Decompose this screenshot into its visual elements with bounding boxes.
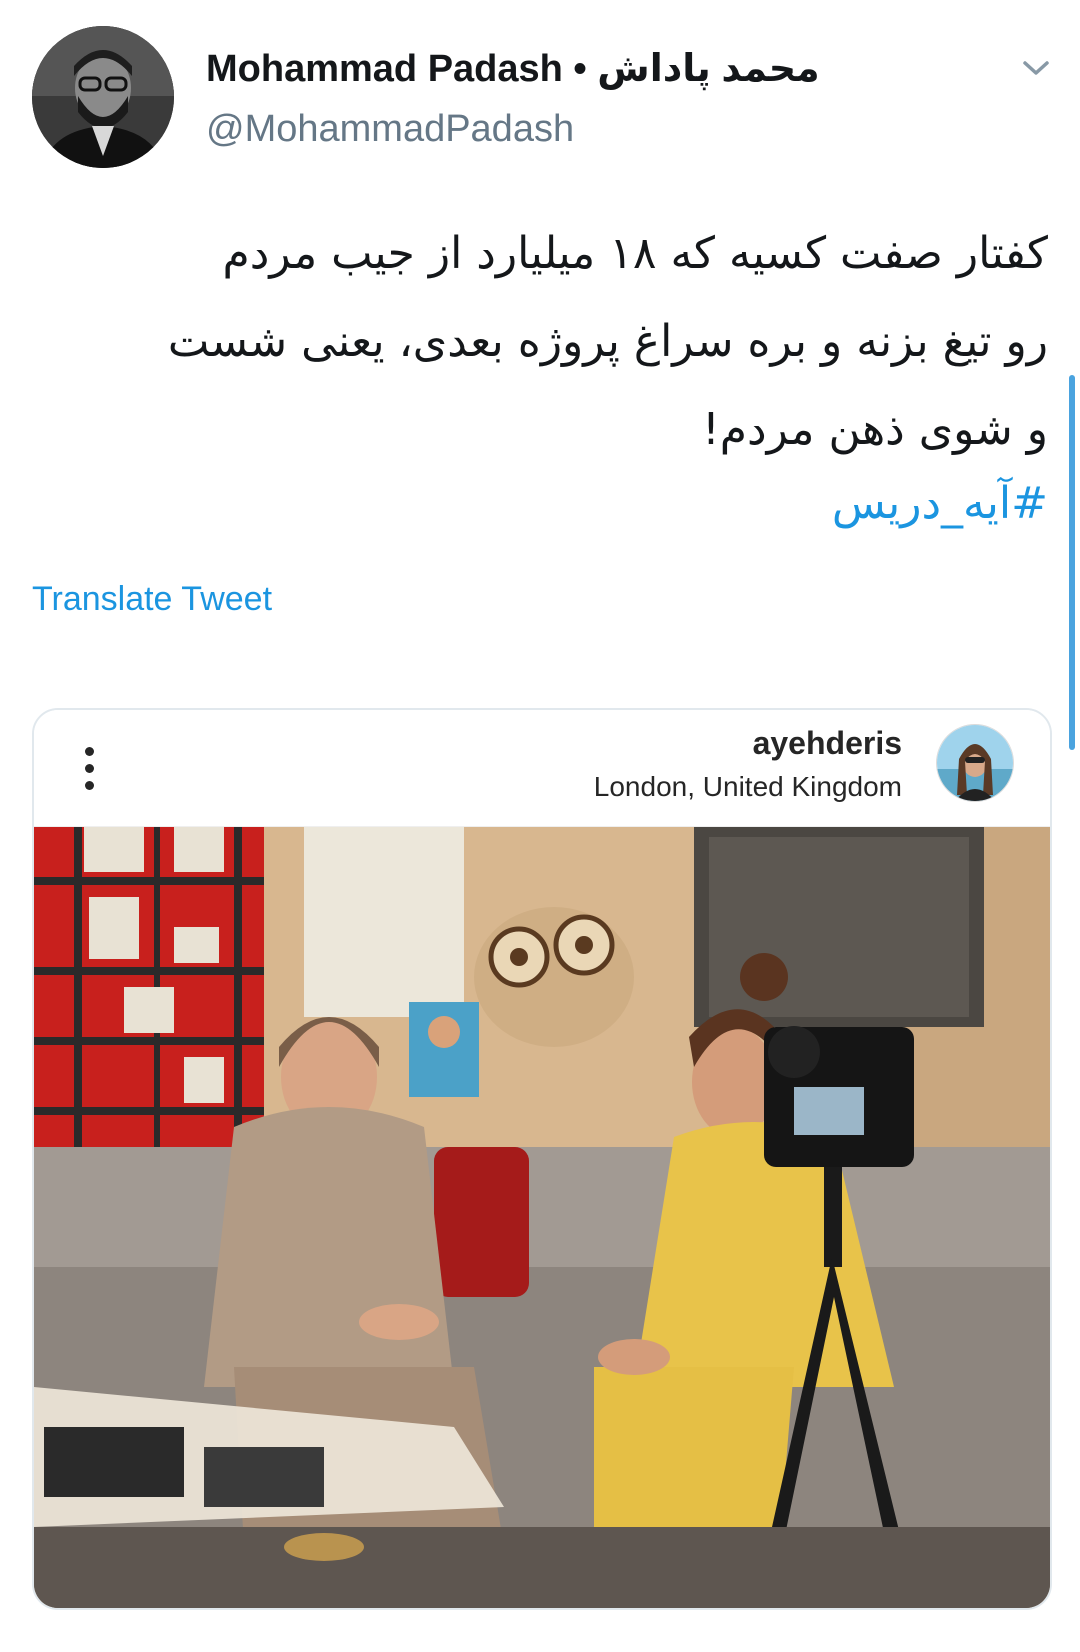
embed-photo[interactable] [34, 827, 1050, 1608]
hashtag-link[interactable]: #آیه_دریس [832, 478, 1048, 529]
author-name-line[interactable]: Mohammad Padash • محمد پاداش [206, 44, 820, 92]
embed-avatar[interactable] [936, 724, 1014, 802]
tweet-text-line: و شوی ذهن مردم! [702, 404, 1048, 455]
embed-header: ayehderis London, United Kingdom [34, 710, 1050, 826]
author-avatar[interactable] [32, 26, 174, 168]
author-display-name[interactable]: Mohammad Padash • محمد پاداش [206, 46, 820, 91]
embed-location[interactable]: London, United Kingdom [594, 766, 902, 808]
scrollbar[interactable] [1069, 375, 1075, 750]
tweet: Mohammad Padash • محمد پاداش @MohammadPa… [0, 0, 1080, 1652]
translate-tweet-link[interactable]: Translate Tweet [32, 580, 272, 619]
more-vertical-icon[interactable] [74, 738, 104, 798]
embedded-instagram-card[interactable]: ayehderis London, United Kingdom [32, 708, 1052, 1610]
chevron-down-icon[interactable] [1016, 48, 1056, 88]
author-handle[interactable]: @MohammadPadash [206, 108, 574, 151]
embed-username[interactable]: ayehderis [594, 720, 902, 766]
tweet-text-line: کفتار صفت کسیه که ۱۸ میلیارد از جیب مردم [222, 228, 1049, 279]
embed-user-info: ayehderis London, United Kingdom [594, 720, 902, 808]
hashtag-line: #آیه_دریس [30, 468, 1048, 540]
tweet-text: کفتار صفت کسیه که ۱۸ میلیارد از جیب مردم… [30, 210, 1048, 474]
tweet-text-line: رو تیغ بزنه و بره سراغ پروژه بعدی، یعنی … [167, 316, 1048, 367]
